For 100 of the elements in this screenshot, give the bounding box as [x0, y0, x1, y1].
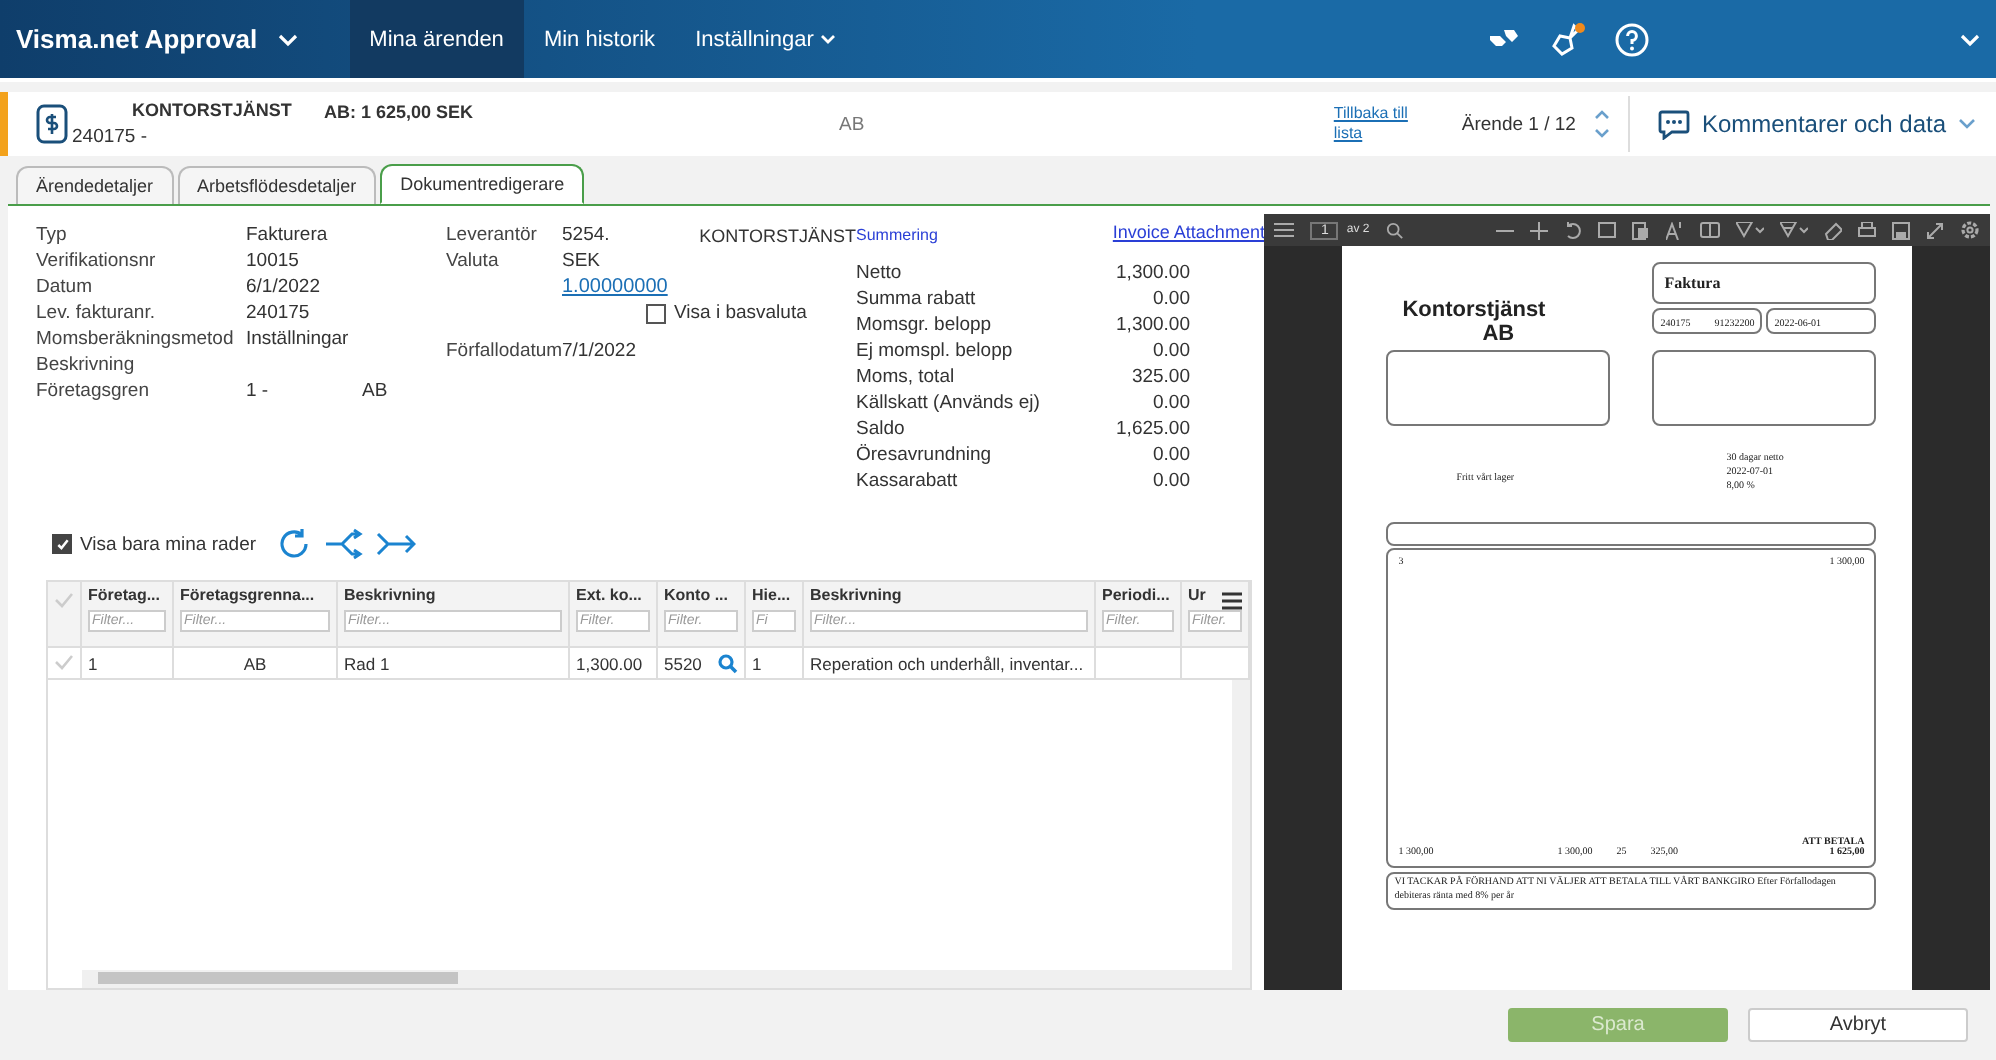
summary-value: 1,300.00 [1116, 262, 1190, 284]
zoom-in-icon[interactable] [1530, 221, 1548, 239]
field-value: KONTORSTJÄNST [699, 225, 856, 245]
check-icon[interactable] [54, 592, 74, 609]
chevron-down-icon[interactable] [1960, 31, 1980, 47]
field-value: 10015 [246, 250, 301, 272]
exchange-rate-link[interactable]: 1.00000000 [562, 276, 668, 298]
table-cell: 1,300.00 [576, 653, 643, 674]
case-counter: Ärende 1 / 12 [1461, 113, 1576, 135]
table-cell: 5520 [664, 653, 702, 674]
summary-value: 0.00 [1153, 444, 1190, 466]
summary-value: 1,300.00 [1116, 314, 1190, 336]
save-icon[interactable] [1892, 221, 1910, 239]
tab[interactable]: Arbetsflödesdetaljer [177, 166, 377, 204]
case-title: KONTORSTJÄNST [132, 100, 292, 120]
column-header[interactable]: Ext. ko... [576, 586, 650, 605]
summary-value: 1,625.00 [1116, 418, 1190, 440]
refresh-icon[interactable] [276, 526, 313, 563]
case-number: 240175 - [72, 126, 150, 148]
case-amount: AB: 1 625,00 SEK [324, 102, 474, 122]
read-aloud-icon[interactable] [1666, 221, 1684, 239]
chevron-down-icon[interactable] [277, 31, 298, 47]
attachment-link[interactable]: Invoice Attachment [1112, 222, 1265, 244]
help-icon[interactable] [1614, 21, 1650, 57]
table-cell: 1 [752, 653, 762, 674]
column-header[interactable]: Periodi... [1102, 586, 1174, 605]
column-header[interactable]: Konto ... [664, 586, 738, 605]
field-label: Förfallodatum [446, 340, 562, 362]
column-header[interactable]: Företag... [88, 586, 166, 605]
summary-label: Källskatt (Används ej) [856, 392, 1040, 414]
highlight-icon[interactable] [1780, 222, 1808, 238]
field-label: Verifikationsnr [36, 250, 158, 272]
field-value: 6/1/2022 [246, 276, 322, 298]
summary-label: Summa rabatt [856, 288, 976, 310]
settings-icon[interactable] [1960, 220, 1980, 240]
company-name: AB [1482, 322, 1517, 346]
field-value: Inställningar [246, 328, 351, 350]
base-currency-checkbox[interactable]: Visa i basvaluta [646, 300, 856, 326]
search-icon[interactable] [718, 653, 738, 674]
field-value: Fakturera [246, 224, 330, 246]
document-title: Faktura [1652, 262, 1877, 304]
up-down-icon[interactable] [1591, 106, 1612, 142]
scrollbar[interactable] [1232, 680, 1250, 971]
company-name: AB [839, 113, 865, 135]
column-header[interactable]: Beskrivning [810, 586, 1088, 605]
table-cell: 1 [88, 653, 98, 674]
checkbox-label[interactable]: Visa bara mina rader [80, 533, 257, 556]
comment-icon [1657, 109, 1690, 139]
column-header[interactable]: Beskrivning [344, 586, 562, 605]
summary-label: Ej momspl. belopp [856, 340, 1013, 362]
nav-tab[interactable]: Mina ärenden [349, 0, 524, 78]
fit-page-icon[interactable] [1598, 222, 1616, 238]
field-value: 1 - [246, 380, 271, 402]
column-header[interactable]: Hie... [752, 586, 796, 605]
rotate-icon[interactable] [1564, 221, 1582, 239]
summary-link[interactable]: Summering [856, 226, 938, 244]
field-label: Leverantör [446, 224, 539, 246]
summary-label: Momsgr. belopp [856, 314, 992, 336]
comments-button[interactable]: Kommentarer och data [1645, 107, 1988, 141]
field-label: Valuta [446, 250, 501, 272]
summary-value: 0.00 [1153, 392, 1190, 414]
summary-value: 0.00 [1153, 288, 1190, 310]
nav-tab[interactable]: Min historik [523, 0, 676, 78]
chevron-down-icon [1958, 118, 1976, 130]
merge-arrows-icon[interactable] [376, 530, 417, 559]
field-value: 7/1/2022 [562, 340, 636, 362]
check-icon[interactable] [54, 654, 74, 671]
column-header[interactable]: Företagsgrenna... [180, 586, 330, 605]
tab[interactable]: Dokumentredigerare [380, 164, 585, 204]
summary-label: Öresavrundning [856, 444, 992, 466]
app-title[interactable]: Visma.net Approval [16, 24, 258, 54]
field-label: Lev. fakturanr. [36, 302, 157, 324]
invoice-icon [36, 104, 68, 144]
summary-label: Kassarabatt [856, 470, 958, 492]
nav-tab[interactable]: Inställningar [675, 0, 856, 78]
summary-value: 325.00 [1131, 366, 1190, 388]
tab[interactable]: Ärendedetaljer [16, 166, 174, 204]
split-arrows-icon[interactable] [324, 528, 365, 561]
field-value: 5254. [562, 224, 612, 246]
back-link[interactable]: Tillbaka till lista [1333, 104, 1430, 144]
menu-icon[interactable] [1222, 592, 1242, 611]
filter-icon[interactable] [1736, 222, 1764, 238]
field-value: AB [362, 380, 388, 402]
cancel-button[interactable]: Avbryt [1748, 1008, 1968, 1042]
thumbnails-icon[interactable] [1274, 222, 1295, 238]
search-icon[interactable] [1385, 221, 1404, 239]
summary-label: Netto [856, 262, 902, 284]
field-label: Momsberäkningsmetod [36, 328, 236, 350]
scrollbar[interactable] [82, 970, 1250, 989]
checkbox[interactable] [52, 534, 72, 555]
summary-value: 0.00 [1153, 340, 1190, 362]
field-value: SEK [562, 250, 601, 272]
field-label: Företagsgren [36, 380, 152, 402]
field-label: Typ [36, 224, 69, 246]
expand-icon[interactable] [1926, 221, 1944, 239]
check-icon [55, 537, 69, 552]
print-icon[interactable] [1858, 221, 1876, 239]
eraser-icon[interactable] [1824, 221, 1842, 239]
book-icon[interactable] [1700, 222, 1720, 238]
page-view-icon[interactable] [1632, 221, 1650, 239]
